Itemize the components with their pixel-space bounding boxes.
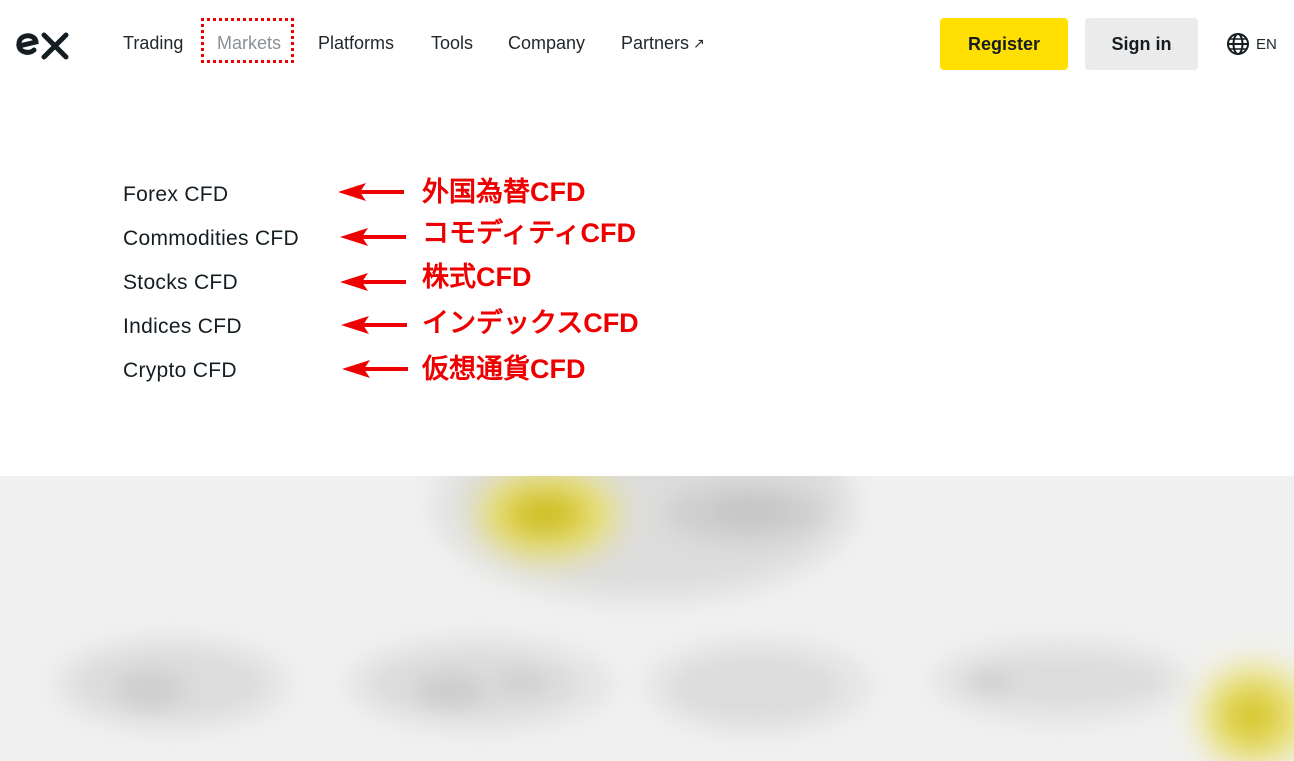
annotation-indices: インデックスCFD <box>422 308 639 338</box>
annotation-arrow-icon <box>342 360 408 378</box>
market-forex-cfd[interactable]: Forex CFD <box>123 182 228 208</box>
heatmap-corner-yellow <box>1200 666 1294 761</box>
nav-platforms[interactable]: Platforms <box>318 31 394 55</box>
language-label: EN <box>1256 35 1277 53</box>
annotation-arrow-icon <box>340 228 406 246</box>
annotation-forex: 外国為替CFD <box>422 177 586 207</box>
language-selector[interactable]: EN <box>1226 32 1277 56</box>
page: Trading Markets Platforms Tools Company … <box>0 0 1294 761</box>
market-commodities-cfd[interactable]: Commodities CFD <box>123 226 299 252</box>
register-button[interactable]: Register <box>940 18 1068 70</box>
nav-trading[interactable]: Trading <box>123 31 183 55</box>
signin-button[interactable]: Sign in <box>1085 18 1198 70</box>
globe-icon <box>1227 33 1249 55</box>
heatmap-background <box>0 476 1294 761</box>
nav-company[interactable]: Company <box>508 31 585 55</box>
annotation-stocks: 株式CFD <box>422 262 532 292</box>
nav-partners[interactable]: Partners ↗ <box>621 31 705 56</box>
markets-highlight-box <box>201 18 294 63</box>
heatmap-bottom-blobs <box>52 634 1190 736</box>
external-arrow-icon: ↗ <box>693 35 705 51</box>
annotation-commodities: コモディティCFD <box>422 218 636 248</box>
nav-tools[interactable]: Tools <box>431 31 473 55</box>
market-stocks-cfd[interactable]: Stocks CFD <box>123 270 238 296</box>
market-crypto-cfd[interactable]: Crypto CFD <box>123 358 237 384</box>
annotation-crypto: 仮想通貨CFD <box>422 354 586 384</box>
exness-logo-icon[interactable] <box>16 24 72 64</box>
annotation-arrow-icon <box>340 273 406 291</box>
annotation-arrow-icon <box>338 183 404 201</box>
market-indices-cfd[interactable]: Indices CFD <box>123 314 242 340</box>
annotation-arrow-icon <box>341 316 407 334</box>
heatmap-blobs <box>52 476 1294 761</box>
nav-partners-label: Partners <box>621 33 690 53</box>
